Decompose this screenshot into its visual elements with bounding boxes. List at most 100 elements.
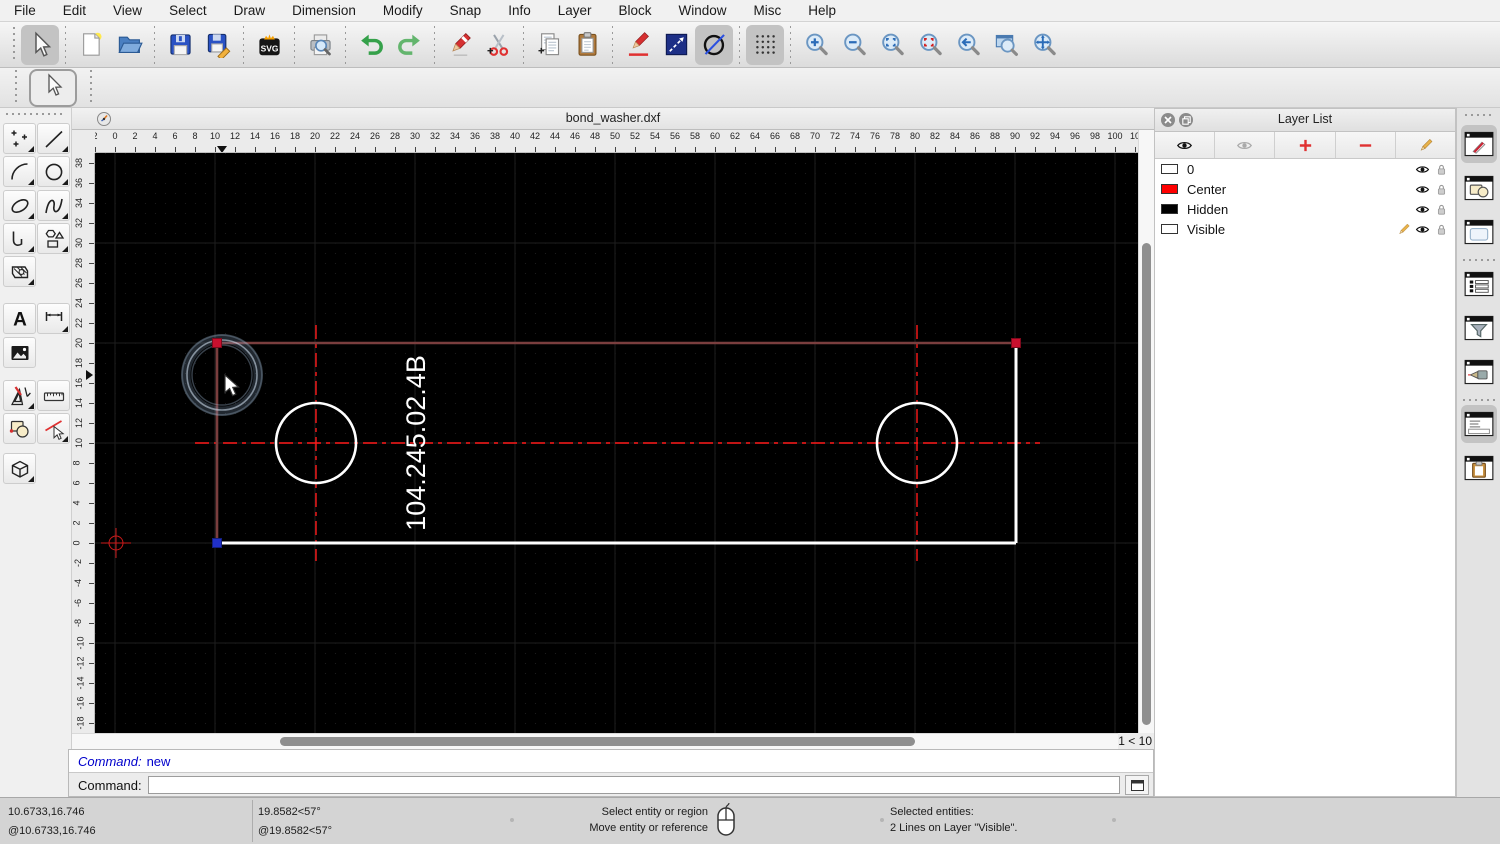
tool-image-button[interactable] — [3, 337, 36, 368]
grip-bottom-left[interactable] — [212, 538, 222, 548]
layer-row-visible[interactable]: Visible — [1155, 219, 1455, 239]
toolbar-drag-handle[interactable] — [10, 26, 17, 63]
layer-color-swatch[interactable] — [1161, 184, 1178, 194]
select-tool-button[interactable] — [21, 24, 59, 65]
menu-edit[interactable]: Edit — [63, 3, 86, 18]
layer-visibility-toggle[interactable] — [1411, 202, 1430, 217]
layer-color-swatch[interactable] — [1161, 224, 1178, 234]
zoom-pan-button[interactable] — [1025, 25, 1063, 65]
grip-top-right[interactable] — [1011, 338, 1021, 348]
layer-visibility-toggle[interactable] — [1411, 162, 1430, 177]
tool-hatch-button[interactable] — [3, 256, 36, 287]
print-preview-button[interactable] — [301, 25, 339, 65]
zoom-out-button[interactable] — [835, 25, 873, 65]
tool-cube3d-button[interactable] — [3, 453, 36, 484]
menu-misc[interactable]: Misc — [754, 3, 782, 18]
toolbar-drag-handle[interactable] — [12, 69, 19, 106]
layer-color-swatch[interactable] — [1161, 204, 1178, 214]
dock-clipboard-button[interactable] — [1461, 449, 1497, 487]
tool-modify-button[interactable] — [3, 380, 36, 411]
zoom-auto-button[interactable] — [873, 25, 911, 65]
menu-dimension[interactable]: Dimension — [292, 3, 356, 18]
layer-row-0[interactable]: 0 — [1155, 159, 1455, 179]
drawing-canvas[interactable]: 104.245.02.4B — [95, 153, 1138, 733]
part-number-text[interactable]: 104.245.02.4B — [401, 355, 431, 531]
zoom-in-button[interactable] — [797, 25, 835, 65]
paste-button[interactable] — [568, 25, 606, 65]
layer-name[interactable]: Visible — [1187, 222, 1392, 237]
menu-snap[interactable]: Snap — [450, 3, 482, 18]
export-svg-button[interactable]: SVG — [250, 25, 288, 65]
layer-color-swatch[interactable] — [1161, 164, 1178, 174]
menu-help[interactable]: Help — [808, 3, 836, 18]
save-file-as-button[interactable] — [199, 25, 237, 65]
new-file-button[interactable] — [72, 25, 110, 65]
tool-points-button[interactable] — [3, 123, 36, 154]
delete-entity-button[interactable] — [441, 25, 479, 65]
tool-line-button[interactable] — [37, 123, 70, 154]
dock-drag-handle[interactable] — [1465, 114, 1493, 116]
layer-visibility-toggle[interactable] — [1411, 182, 1430, 197]
entity-attributes-button[interactable] — [695, 24, 733, 65]
menu-select[interactable]: Select — [169, 3, 207, 18]
redo-button[interactable] — [390, 25, 428, 65]
tool-text-button[interactable]: A — [3, 303, 36, 334]
horizontal-scrollbar-thumb[interactable] — [280, 737, 915, 746]
layer-lock-toggle[interactable] — [1430, 162, 1449, 177]
menu-view[interactable]: View — [113, 3, 142, 18]
grid-toggle-button[interactable] — [746, 24, 784, 65]
zoom-previous-button[interactable] — [949, 25, 987, 65]
dock-named-views-button[interactable] — [1461, 353, 1497, 391]
edit-layer-button[interactable] — [1396, 132, 1455, 158]
menu-layer[interactable]: Layer — [558, 3, 592, 18]
dock-layer-list-button[interactable] — [1461, 265, 1497, 303]
line-attributes-button[interactable] — [657, 25, 695, 65]
command-input[interactable] — [147, 776, 1120, 794]
open-file-button[interactable] — [110, 25, 148, 65]
zoom-selection-button[interactable] — [911, 25, 949, 65]
copy-button[interactable] — [530, 25, 568, 65]
menu-window[interactable]: Window — [679, 3, 727, 18]
menu-block[interactable]: Block — [619, 3, 652, 18]
tool-polyline-button[interactable] — [3, 223, 36, 254]
tool-circle-button[interactable] — [37, 156, 70, 187]
layer-name[interactable]: Hidden — [1187, 202, 1411, 217]
zoom-window-button[interactable] — [987, 25, 1025, 65]
tool-spline-button[interactable] — [37, 190, 70, 221]
tool-dimension-button[interactable] — [37, 303, 70, 334]
remove-layer-button[interactable] — [1336, 132, 1396, 158]
dock-entity-filter-button[interactable] — [1461, 309, 1497, 347]
menu-draw[interactable]: Draw — [234, 3, 266, 18]
pen-attributes-button[interactable] — [619, 25, 657, 65]
layer-lock-toggle[interactable] — [1430, 202, 1449, 217]
command-detach-button[interactable] — [1125, 775, 1149, 795]
vertical-scrollbar[interactable] — [1138, 130, 1154, 733]
horizontal-scrollbar[interactable] — [72, 733, 1118, 749]
dock-library-browser-button[interactable] — [1461, 213, 1497, 251]
layer-lock-toggle[interactable] — [1430, 182, 1449, 197]
save-file-button[interactable] — [161, 25, 199, 65]
layer-visibility-toggle[interactable] — [1411, 222, 1430, 237]
layer-lock-toggle[interactable] — [1430, 222, 1449, 237]
menu-modify[interactable]: Modify — [383, 3, 423, 18]
add-layer-button[interactable] — [1275, 132, 1336, 158]
palette-drag-handle[interactable] — [6, 113, 64, 115]
cut-button[interactable] — [479, 25, 517, 65]
show-all-layers-button[interactable] — [1155, 132, 1216, 158]
vertical-scrollbar-thumb[interactable] — [1142, 243, 1151, 725]
layer-row-hidden[interactable]: Hidden — [1155, 199, 1455, 219]
current-action-select-button[interactable] — [29, 68, 77, 107]
menu-file[interactable]: File — [14, 3, 36, 18]
menu-info[interactable]: Info — [508, 3, 531, 18]
hide-all-layers-button[interactable] — [1215, 132, 1276, 158]
layer-row-center[interactable]: Center — [1155, 179, 1455, 199]
dock-pen-palette-button[interactable] — [1461, 125, 1497, 163]
toolbar-drag-handle[interactable] — [87, 69, 94, 106]
tool-select-entity-button[interactable] — [37, 413, 70, 444]
tool-arc-button[interactable] — [3, 156, 36, 187]
undo-button[interactable] — [352, 25, 390, 65]
grip-top-left[interactable] — [212, 338, 222, 348]
dock-block-list-button[interactable] — [1461, 169, 1497, 207]
tool-ellipse-button[interactable] — [3, 190, 36, 221]
dock-command-widget-button[interactable] — [1461, 405, 1497, 443]
